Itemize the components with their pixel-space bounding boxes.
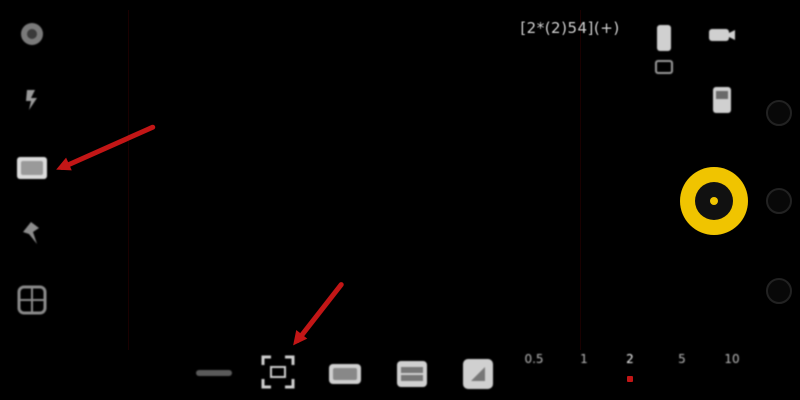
zoom-level-0.5[interactable]: 0.5	[521, 352, 547, 366]
annotation-arrow	[294, 281, 345, 345]
photo-mode-icon[interactable]	[326, 360, 364, 388]
viewfinder-grid-line	[580, 10, 581, 350]
zoom-level-5[interactable]: 5	[669, 352, 695, 366]
mode-dot-icon[interactable]	[766, 188, 792, 214]
shutter-ring-icon	[695, 182, 733, 220]
zoom-level-10[interactable]: 10	[719, 352, 745, 366]
grid-icon[interactable]	[16, 284, 48, 316]
exposure-slider-icon[interactable]	[196, 370, 232, 376]
mode-dot-icon[interactable]	[766, 278, 792, 304]
sd-card-icon[interactable]	[708, 84, 736, 116]
camera-icon[interactable]	[706, 24, 738, 46]
resolution-readout: [2*(2)54](+)	[520, 19, 620, 37]
video-mode-icon[interactable]	[394, 356, 430, 392]
flash-icon[interactable]	[20, 86, 44, 114]
zoom-level-1[interactable]: 1	[571, 352, 597, 366]
zoom-level-2[interactable]: 2	[617, 352, 643, 366]
battery-icon[interactable]	[650, 22, 678, 78]
filter-mode-icon[interactable]	[460, 356, 496, 392]
focus-icon[interactable]	[18, 218, 44, 248]
shutter-button[interactable]	[680, 167, 748, 235]
mode-dot-icon[interactable]	[766, 100, 792, 126]
fullscreen-icon[interactable]	[258, 352, 298, 392]
viewfinder-grid-line	[128, 10, 129, 350]
active-zoom-indicator	[627, 376, 633, 382]
annotation-arrow	[58, 123, 157, 171]
settings-icon[interactable]	[16, 18, 48, 50]
shutter-dot	[710, 197, 718, 205]
gallery-icon[interactable]	[14, 152, 50, 182]
